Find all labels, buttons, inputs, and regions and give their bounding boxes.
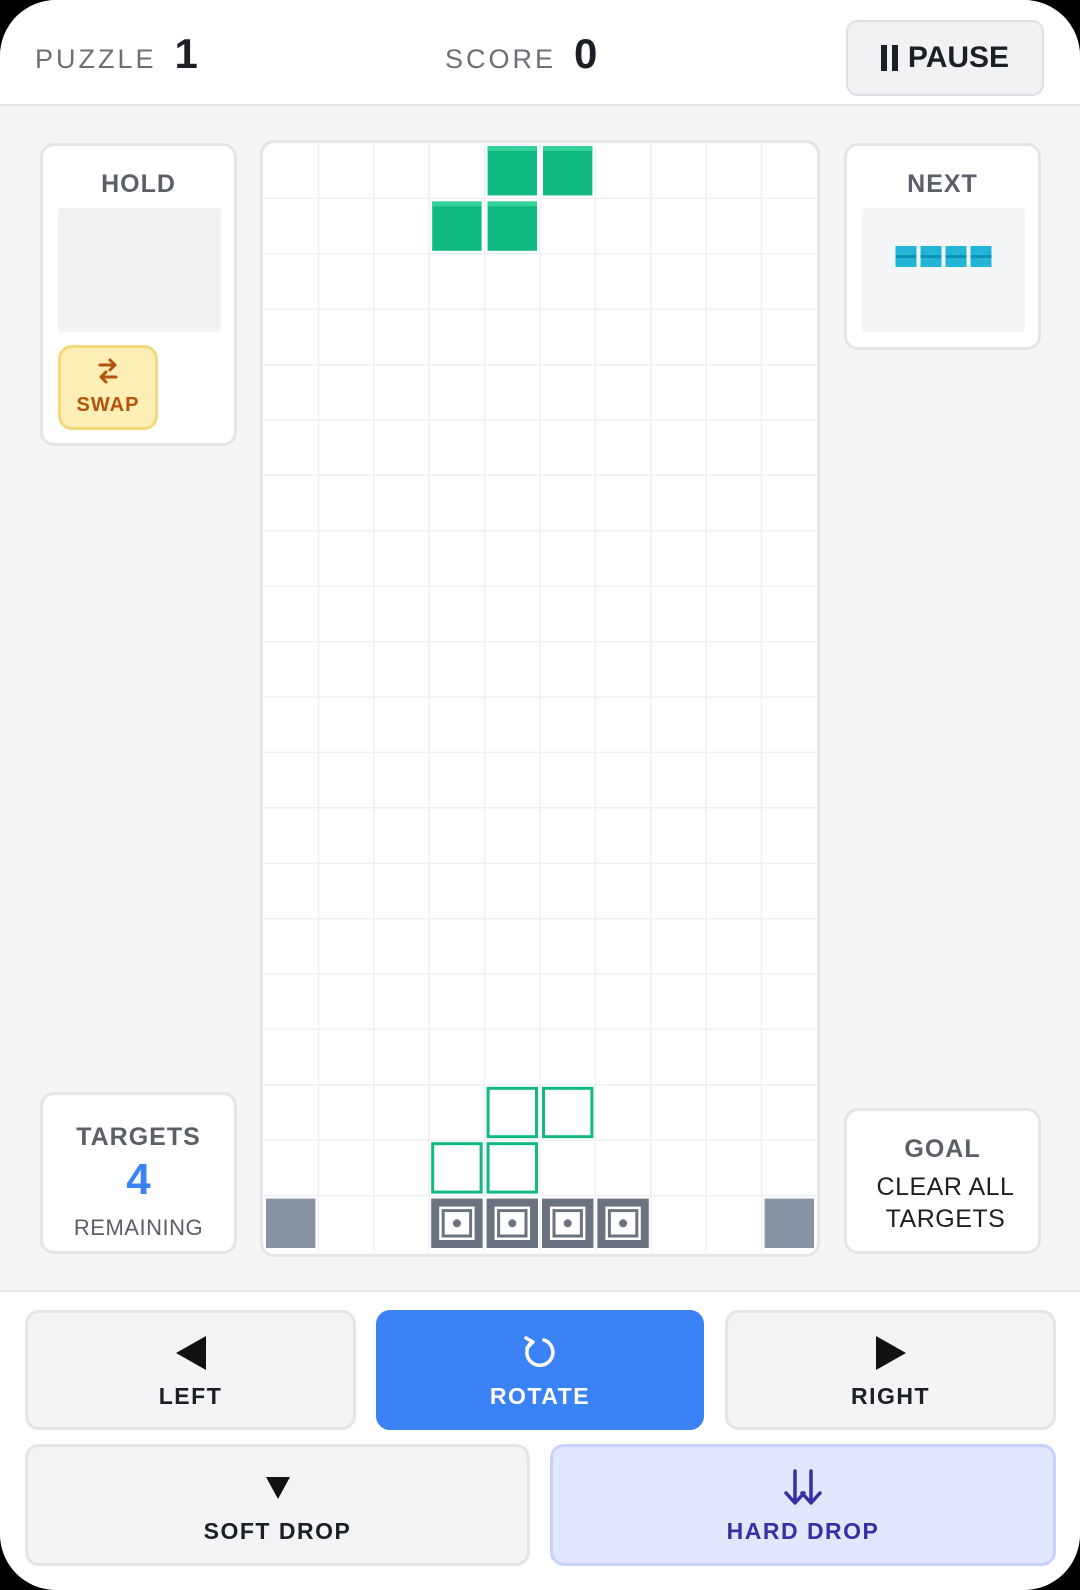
swap-button[interactable]: SWAP bbox=[58, 345, 158, 430]
score-label: SCORE bbox=[445, 44, 557, 74]
pause-button[interactable]: PAUSE bbox=[846, 20, 1044, 96]
targets-remaining-label: REMAINING bbox=[73, 1215, 204, 1240]
active-piece-highlight bbox=[543, 146, 593, 151]
hard-drop-button[interactable]: HARD DROP bbox=[550, 1444, 1056, 1566]
game-screen: PUZZLE 1 SCORE 0 PAUSE HOLD SWAP NEXT TA… bbox=[0, 0, 1080, 1590]
right-triangle-icon bbox=[874, 1331, 908, 1375]
double-down-arrow-icon bbox=[781, 1466, 825, 1510]
pause-label: PAUSE bbox=[907, 41, 1010, 74]
goal-line-1: CLEAR ALL bbox=[876, 1173, 1015, 1201]
next-piece-preview bbox=[895, 246, 992, 267]
score-value: 0 bbox=[574, 30, 598, 77]
soft-drop-label: SOFT DROP bbox=[203, 1517, 352, 1544]
target-cell-dot bbox=[452, 1219, 461, 1228]
hold-slot bbox=[58, 208, 221, 332]
next-piece-cell-shade bbox=[920, 255, 942, 258]
active-piece-cell bbox=[487, 201, 537, 251]
move-right-button[interactable]: RIGHT bbox=[725, 1310, 1056, 1430]
next-title: NEXT bbox=[907, 170, 978, 198]
next-piece-cell-shade bbox=[895, 255, 917, 258]
soft-drop-button[interactable]: SOFT DROP bbox=[25, 1444, 530, 1566]
target-cell-dot bbox=[619, 1219, 628, 1228]
right-label: RIGHT bbox=[850, 1382, 931, 1409]
goal-title: GOAL bbox=[904, 1135, 981, 1163]
ghost-cell bbox=[486, 1086, 539, 1139]
puzzle-number: 1 bbox=[174, 30, 198, 77]
score-indicator: SCORE 0 bbox=[445, 30, 597, 78]
control-pad: LEFT ROTATE RIGHT SOFT DROP HARD DROP bbox=[0, 1290, 1080, 1590]
ghost-cell bbox=[542, 1086, 594, 1139]
ghost-cell bbox=[486, 1142, 539, 1194]
pause-icon bbox=[880, 45, 898, 71]
swap-label: SWAP bbox=[76, 394, 140, 416]
targets-count: 4 bbox=[126, 1155, 151, 1204]
active-piece-cell bbox=[487, 146, 537, 196]
move-left-button[interactable]: LEFT bbox=[25, 1310, 356, 1430]
active-piece-highlight bbox=[487, 146, 537, 151]
next-piece-cell-shade bbox=[945, 255, 967, 258]
goal-line-2: TARGETS bbox=[885, 1205, 1006, 1233]
hold-panel: HOLD SWAP bbox=[40, 143, 237, 446]
board-grid bbox=[263, 143, 817, 1251]
down-triangle-icon bbox=[264, 1466, 292, 1510]
locked-block bbox=[764, 1198, 814, 1248]
left-triangle-icon bbox=[174, 1331, 208, 1375]
next-piece-cell-shade bbox=[970, 255, 992, 258]
target-cell-dot bbox=[508, 1219, 517, 1228]
hard-drop-label: HARD DROP bbox=[726, 1517, 880, 1544]
game-board[interactable] bbox=[260, 140, 820, 1257]
ghost-cell bbox=[431, 1142, 483, 1194]
goal-description: CLEAR ALL TARGETS bbox=[857, 1171, 1034, 1235]
left-label: LEFT bbox=[158, 1382, 223, 1409]
targets-title: TARGETS bbox=[76, 1123, 201, 1151]
next-slot bbox=[862, 208, 1025, 332]
target-cell-dot bbox=[563, 1219, 572, 1228]
targets-panel: TARGETS 4 REMAINING bbox=[40, 1092, 237, 1254]
active-piece-cell bbox=[543, 146, 593, 196]
top-bar: PUZZLE 1 SCORE 0 PAUSE bbox=[0, 0, 1080, 106]
active-piece-highlight bbox=[432, 201, 482, 207]
locked-block bbox=[266, 1198, 316, 1248]
active-piece-cell bbox=[432, 201, 482, 251]
hold-title: HOLD bbox=[101, 170, 176, 198]
active-piece-highlight bbox=[487, 201, 537, 207]
rotate-icon bbox=[520, 1331, 560, 1375]
swap-arrows-icon bbox=[61, 356, 155, 394]
next-panel: NEXT bbox=[844, 143, 1041, 350]
puzzle-indicator: PUZZLE 1 bbox=[35, 30, 198, 78]
rotate-label: ROTATE bbox=[489, 1382, 591, 1409]
puzzle-label: PUZZLE bbox=[35, 44, 157, 74]
rotate-button[interactable]: ROTATE bbox=[376, 1310, 704, 1430]
goal-panel: GOAL CLEAR ALL TARGETS bbox=[844, 1108, 1041, 1254]
